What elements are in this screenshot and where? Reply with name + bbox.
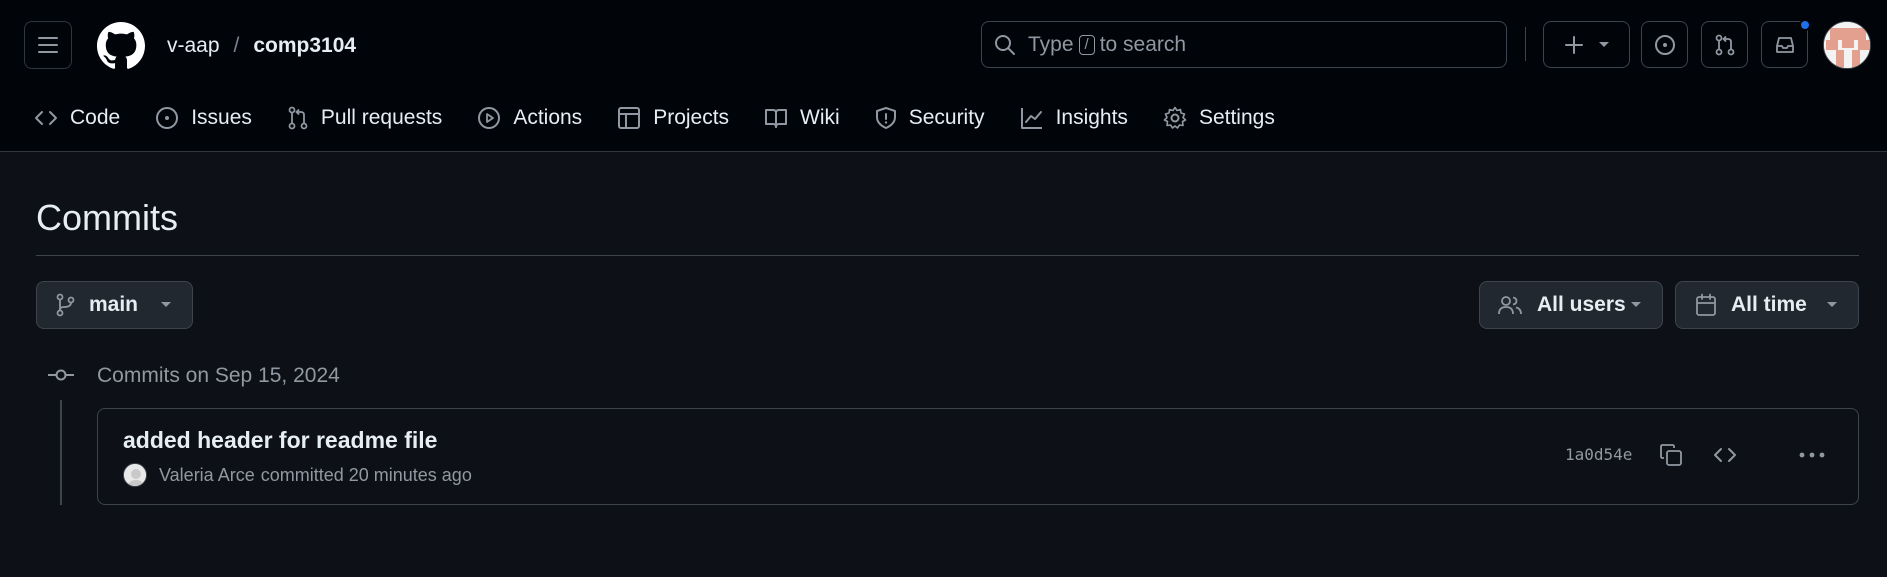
code-icon bbox=[35, 111, 57, 125]
search-input[interactable]: Type / to search bbox=[981, 21, 1507, 68]
tab-insights-label: Insights bbox=[1055, 106, 1128, 129]
issues-button[interactable] bbox=[1641, 21, 1688, 68]
github-logo-icon[interactable] bbox=[97, 22, 145, 70]
caret-down-icon bbox=[161, 302, 171, 307]
commit-group-date: Commits on Sep 15, 2024 bbox=[97, 364, 340, 387]
table-icon bbox=[618, 107, 641, 129]
kebab-horizontal-icon bbox=[1799, 452, 1825, 458]
commit-row: added header for readme file Valeria Arc… bbox=[97, 408, 1859, 505]
tab-security-label: Security bbox=[908, 106, 985, 129]
page-title: Commits bbox=[36, 197, 178, 238]
issue-icon bbox=[1654, 34, 1675, 55]
search-placeholder-suffix: to search bbox=[1099, 32, 1187, 56]
tab-pull-requests-label: Pull requests bbox=[320, 106, 443, 129]
tab-issues-label: Issues bbox=[191, 106, 252, 129]
tab-code[interactable]: Code bbox=[34, 100, 120, 136]
caret-down-icon bbox=[1631, 302, 1641, 307]
inbox-icon bbox=[1775, 36, 1794, 53]
copy-sha-button[interactable] bbox=[1655, 439, 1687, 471]
header-divider bbox=[1525, 27, 1526, 61]
commit-meta: Valeria Arce committed 20 minutes ago bbox=[123, 463, 472, 487]
tab-projects-label: Projects bbox=[653, 106, 730, 129]
menu-button[interactable] bbox=[24, 21, 72, 69]
tab-actions-label: Actions bbox=[513, 106, 583, 129]
search-icon bbox=[995, 35, 1015, 55]
git-commit-icon bbox=[48, 369, 74, 381]
users-filter-button[interactable]: All users bbox=[1479, 281, 1663, 329]
app-header: v-aap / comp3104 Type / to search Code I… bbox=[0, 0, 1887, 152]
tab-settings-label: Settings bbox=[1198, 106, 1275, 129]
time-filter-label: All time bbox=[1731, 293, 1807, 316]
graph-icon bbox=[1020, 108, 1042, 129]
shield-icon bbox=[875, 107, 896, 129]
users-filter-label: All users bbox=[1537, 293, 1626, 316]
repo-owner-link[interactable]: v-aap bbox=[167, 34, 220, 58]
tab-insights[interactable]: Insights bbox=[1020, 100, 1128, 136]
tab-actions[interactable]: Actions bbox=[477, 100, 582, 136]
create-new-button[interactable] bbox=[1543, 21, 1630, 68]
caret-down-icon bbox=[1598, 41, 1609, 47]
pull-requests-button[interactable] bbox=[1701, 21, 1748, 68]
timeline-line bbox=[60, 400, 62, 505]
tab-code-label: Code bbox=[70, 106, 121, 129]
branch-selector-button[interactable]: main bbox=[36, 281, 193, 329]
commit-message-link[interactable]: added header for readme file bbox=[123, 427, 437, 454]
search-shortcut-key: / bbox=[1078, 34, 1095, 55]
repo-name-link[interactable]: comp3104 bbox=[253, 34, 356, 58]
user-avatar[interactable] bbox=[1823, 21, 1871, 69]
notification-dot bbox=[1799, 19, 1811, 31]
pull-request-icon bbox=[1715, 34, 1734, 55]
time-filter-button[interactable]: All time bbox=[1675, 281, 1859, 329]
people-icon bbox=[1498, 296, 1522, 315]
copy-icon bbox=[1660, 444, 1682, 466]
hamburger-icon bbox=[38, 37, 58, 53]
more-actions-button[interactable] bbox=[1796, 439, 1828, 471]
search-placeholder-prefix: Type bbox=[1028, 32, 1074, 56]
tab-security[interactable]: Security bbox=[875, 100, 985, 136]
browse-repo-at-commit-button[interactable] bbox=[1709, 439, 1741, 471]
branch-name: main bbox=[89, 293, 139, 316]
title-divider bbox=[36, 255, 1859, 256]
issue-icon bbox=[156, 107, 179, 129]
gear-icon bbox=[1163, 106, 1187, 129]
breadcrumb: v-aap / comp3104 bbox=[167, 33, 356, 59]
book-icon bbox=[765, 109, 788, 128]
breadcrumb-separator: / bbox=[233, 34, 240, 57]
commit-author-link[interactable]: Valeria Arce bbox=[159, 465, 255, 486]
author-avatar[interactable] bbox=[123, 463, 147, 487]
tab-pull-requests[interactable]: Pull requests bbox=[287, 100, 442, 136]
plus-icon bbox=[1564, 35, 1583, 54]
tab-projects[interactable]: Projects bbox=[617, 100, 729, 136]
pull-request-icon bbox=[288, 106, 308, 130]
caret-down-icon bbox=[1827, 302, 1837, 307]
repo-tabs: Code Issues Pull requests Actions Projec… bbox=[34, 100, 1310, 136]
tab-wiki-label: Wiki bbox=[800, 106, 840, 129]
play-icon bbox=[478, 107, 501, 129]
tab-issues[interactable]: Issues bbox=[155, 100, 252, 136]
tab-wiki[interactable]: Wiki bbox=[764, 100, 840, 136]
code-icon bbox=[1714, 448, 1736, 462]
calendar-icon bbox=[1696, 293, 1716, 316]
commit-timestamp: committed 20 minutes ago bbox=[260, 464, 472, 485]
git-branch-icon bbox=[56, 293, 75, 317]
tab-settings[interactable]: Settings bbox=[1163, 100, 1275, 136]
commit-sha-link[interactable]: 1a0d54e bbox=[1565, 445, 1632, 464]
